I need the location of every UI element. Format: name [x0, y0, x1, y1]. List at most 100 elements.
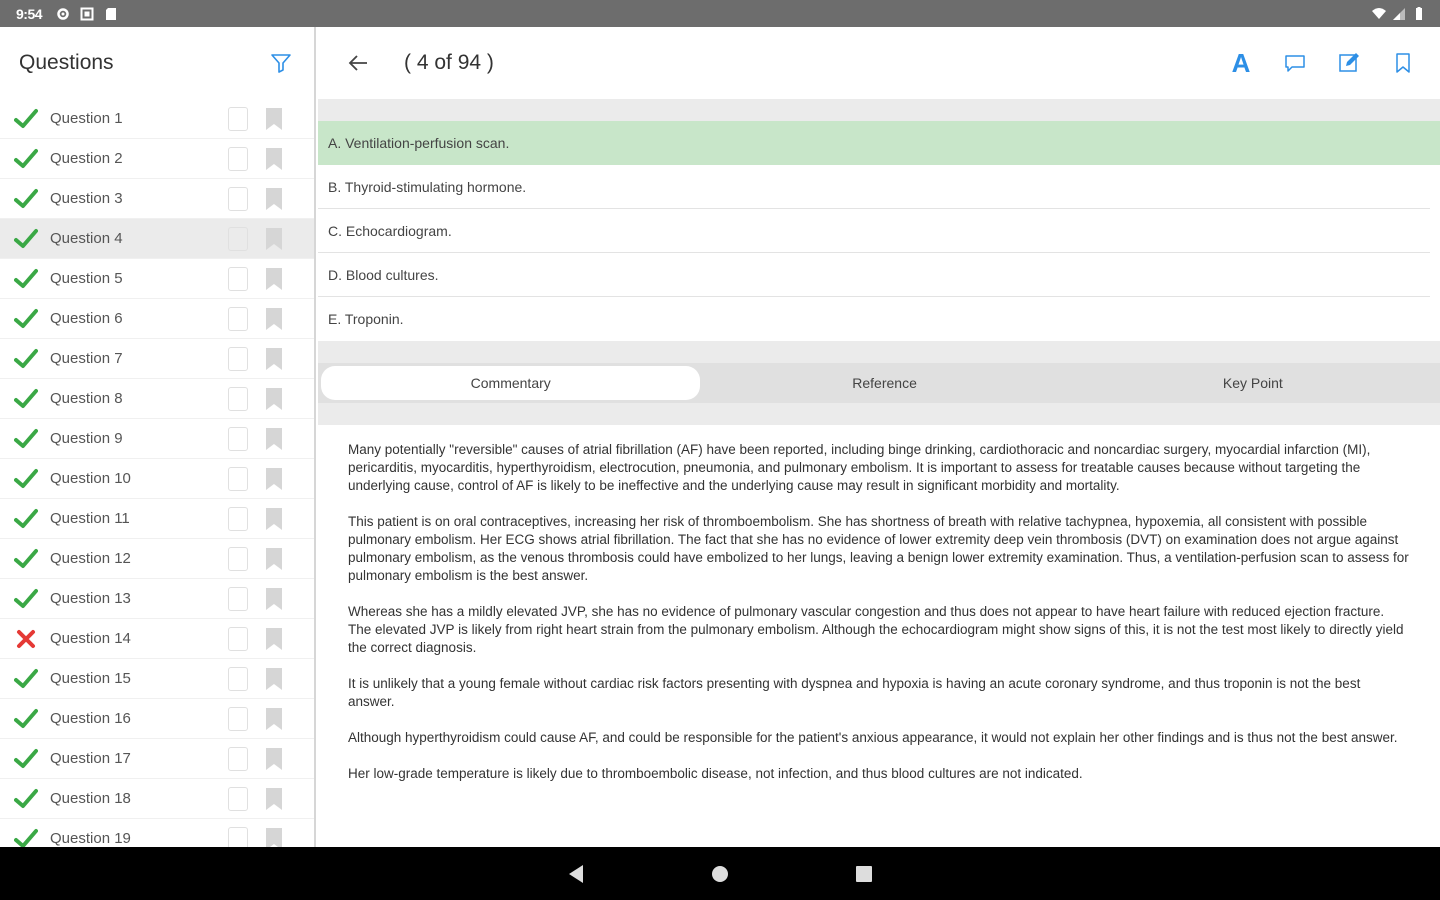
question-list-item[interactable]: Question 16 [0, 699, 314, 739]
question-list-item[interactable]: Question 3 [0, 179, 314, 219]
question-label: Question 12 [50, 550, 131, 567]
bookmark-toggle[interactable] [264, 146, 284, 172]
question-detail: ( 4 of 94 ) A A. Ventilation-perfusion s… [318, 27, 1440, 847]
checkmark-icon [14, 228, 38, 248]
bookmark-toggle[interactable] [264, 266, 284, 292]
back-button[interactable] [344, 49, 372, 77]
checkmark-icon [14, 468, 38, 488]
question-list-item[interactable]: Question 19 [0, 819, 314, 847]
question-list-item[interactable]: Question 15 [0, 659, 314, 699]
question-label: Question 9 [50, 430, 123, 447]
checkmark-icon [14, 748, 38, 768]
bookmark-toggle[interactable] [264, 346, 284, 372]
bookmark-icon [266, 627, 282, 650]
answer-status-indicator [14, 667, 38, 691]
bookmark-toggle[interactable] [264, 506, 284, 532]
bookmark-icon [266, 267, 282, 290]
bookmark-toggle[interactable] [264, 626, 284, 652]
bookmark-toggle[interactable] [264, 306, 284, 332]
note-icon [228, 306, 248, 331]
question-list-item[interactable]: Question 17 [0, 739, 314, 779]
checkmark-icon [14, 788, 38, 808]
answer-status-indicator [14, 227, 38, 251]
question-list-item[interactable]: Question 5 [0, 259, 314, 299]
note-icon [228, 186, 248, 211]
tab-key-point[interactable]: Key Point [1069, 366, 1437, 400]
bookmark-toggle[interactable] [264, 186, 284, 212]
bookmark-toggle[interactable] [264, 666, 284, 692]
question-list-item[interactable]: Question 14 [0, 619, 314, 659]
bookmark-toggle[interactable] [264, 786, 284, 812]
checkmark-icon [14, 668, 38, 688]
note-icon [228, 346, 248, 371]
bookmark-toggle[interactable] [264, 226, 284, 252]
edit-note-button[interactable] [1336, 50, 1362, 76]
answers-top-divider [318, 99, 1440, 121]
bookmark-toggle[interactable] [264, 386, 284, 412]
commentary-paragraph: It is unlikely that a young female witho… [348, 676, 1361, 709]
bookmark-toggle[interactable] [264, 586, 284, 612]
question-label: Question 10 [50, 470, 131, 487]
nav-home-button[interactable] [708, 862, 732, 886]
question-list-item[interactable]: Question 7 [0, 339, 314, 379]
question-list-item[interactable]: Question 9 [0, 419, 314, 459]
bookmark-toggle[interactable] [264, 746, 284, 772]
tab-commentary[interactable]: Commentary [321, 366, 701, 400]
question-label: Question 16 [50, 710, 131, 727]
answer-status-indicator [14, 827, 38, 847]
answer-status-indicator [14, 707, 38, 731]
bookmark-toggle[interactable] [264, 466, 284, 492]
filter-icon [271, 54, 291, 73]
question-list-item[interactable]: Question 2 [0, 139, 314, 179]
tab-reference[interactable]: Reference [700, 366, 1068, 400]
comment-button[interactable] [1282, 50, 1308, 76]
question-list-item[interactable]: Question 8 [0, 379, 314, 419]
bookmark-toggle[interactable] [264, 426, 284, 452]
bookmark-toggle[interactable] [264, 706, 284, 732]
answer-option-correct[interactable]: A. Ventilation-perfusion scan. [318, 121, 1440, 165]
question-label: Question 19 [50, 830, 131, 847]
answer-status-indicator [14, 387, 38, 411]
status-time: 9:54 [16, 5, 43, 22]
question-label: Question 11 [50, 510, 130, 527]
battery-icon [1416, 6, 1422, 20]
answer-option[interactable]: E. Troponin. [318, 297, 1430, 341]
bookmark-icon [266, 387, 282, 410]
question-list-item[interactable]: Question 12 [0, 539, 314, 579]
question-list-item[interactable]: Question 11 [0, 499, 314, 539]
checkmark-icon [14, 428, 38, 448]
question-list-item[interactable]: Question 4 [0, 219, 314, 259]
answer-option[interactable]: C. Echocardiogram. [318, 209, 1430, 253]
answer-status-indicator [14, 747, 38, 771]
note-icon [228, 146, 248, 171]
note-icon [228, 706, 248, 731]
note-icon [228, 426, 248, 451]
bookmark-toggle[interactable] [264, 546, 284, 572]
question-list-item[interactable]: Question 18 [0, 779, 314, 819]
question-label: Question 14 [50, 630, 131, 647]
wifi-icon [1372, 7, 1386, 19]
answer-option[interactable]: B. Thyroid-stimulating hormone. [318, 165, 1430, 209]
checkmark-icon [14, 388, 38, 408]
answer-option[interactable]: D. Blood cultures. [318, 253, 1430, 297]
nav-recents-button[interactable] [852, 862, 876, 886]
status-bar: 9:54 [0, 0, 1440, 27]
question-label: Question 15 [50, 670, 131, 687]
question-label: Question 18 [50, 790, 131, 807]
nav-back-button[interactable] [564, 862, 588, 886]
question-label: Question 4 [50, 230, 123, 247]
font-size-button[interactable]: A [1228, 48, 1254, 79]
filter-button[interactable] [268, 50, 294, 76]
bookmark-toggle[interactable] [264, 106, 284, 132]
note-icon [228, 226, 248, 251]
question-list-item[interactable]: Question 13 [0, 579, 314, 619]
bookmark-button[interactable] [1390, 50, 1416, 76]
circle-home-icon [712, 865, 728, 882]
question-list-item[interactable]: Question 10 [0, 459, 314, 499]
bookmark-toggle[interactable] [264, 826, 284, 847]
bookmark-icon [266, 787, 282, 810]
question-list-item[interactable]: Question 6 [0, 299, 314, 339]
settings-icon [57, 7, 69, 20]
checkmark-icon [14, 108, 38, 128]
question-list-item[interactable]: Question 1 [0, 99, 314, 139]
